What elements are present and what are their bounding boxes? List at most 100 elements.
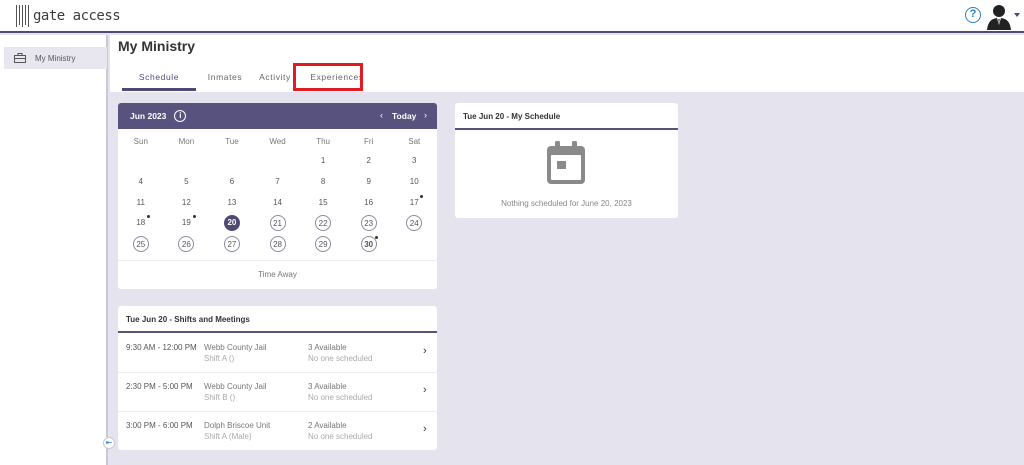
day-number: 2: [366, 156, 371, 165]
help-icon[interactable]: ?: [965, 7, 981, 23]
calendar-day[interactable]: 30: [346, 236, 392, 252]
day-number: 24: [406, 215, 423, 231]
day-number: 5: [184, 177, 189, 186]
calendar-week: 4 5 6 7 8 9 10: [118, 174, 437, 190]
calendar-week: 11 12 13 14 15 16 17: [118, 195, 437, 211]
day-number: 14: [273, 198, 282, 207]
weekday-label: Sat: [408, 137, 421, 146]
tab-schedule[interactable]: Schedule: [122, 71, 196, 91]
calendar-day[interactable]: 3: [391, 153, 437, 169]
sidebar: My Ministry: [0, 35, 108, 465]
shift-row[interactable]: 3:00 PM - 6:00 PM Dolph Briscoe Unit Shi…: [118, 412, 437, 451]
shifts-card: Tue Jun 20 - Shifts and Meetings 9:30 AM…: [118, 306, 437, 450]
chevron-right-icon[interactable]: ›: [423, 345, 427, 357]
shifts-title: Tue Jun 20 - Shifts and Meetings: [118, 306, 437, 333]
shift-row[interactable]: 9:30 AM - 12:00 PM Webb County Jail Shif…: [118, 334, 437, 373]
chevron-down-icon[interactable]: [1014, 13, 1020, 17]
shift-name: Shift A (): [204, 354, 235, 363]
calendar-day[interactable]: 7: [255, 174, 301, 190]
calendar-day[interactable]: 17: [391, 195, 437, 211]
calendar-day-empty: [118, 153, 164, 169]
page-header: My Ministry Schedule Inmates Activity Ex…: [110, 35, 1024, 92]
calendar-day[interactable]: 27: [209, 236, 255, 252]
day-number: 22: [315, 215, 332, 231]
gate-access-logo[interactable]: gate access: [16, 5, 121, 27]
shift-name: Shift B (): [204, 393, 236, 402]
previous-month-button[interactable]: ‹: [380, 110, 383, 120]
page-title: My Ministry: [118, 38, 196, 54]
calendar-day[interactable]: 24: [391, 215, 437, 231]
shift-available: 3 Available: [308, 343, 347, 352]
calendar-day[interactable]: 8: [300, 174, 346, 190]
event-dot: [147, 215, 150, 218]
top-bar: gate access ?: [0, 0, 1024, 33]
calendar-day[interactable]: 28: [255, 236, 301, 252]
calendar-day-empty: [255, 153, 301, 169]
event-dot: [420, 195, 424, 198]
calendar-header: Jun 2023 i ‹ Today ›: [118, 103, 437, 129]
calendar-day[interactable]: 10: [391, 174, 437, 190]
my-schedule-card: Tue Jun 20 - My Schedule Nothing schedul…: [455, 103, 678, 218]
day-number: 23: [360, 215, 377, 231]
calendar-day[interactable]: 13: [209, 195, 255, 211]
calendar-week: 1 2 3: [118, 153, 437, 169]
calendar-day[interactable]: 1: [300, 153, 346, 169]
sidebar-item-my-ministry[interactable]: My Ministry: [4, 47, 107, 69]
day-number: 3: [412, 156, 417, 165]
calendar-day[interactable]: 4: [118, 174, 164, 190]
calendar-day[interactable]: 11: [118, 195, 164, 211]
calendar-day[interactable]: 25: [118, 236, 164, 252]
divider: [118, 260, 437, 261]
tab-activity[interactable]: Activity: [253, 71, 297, 91]
calendar-day[interactable]: 9: [346, 174, 392, 190]
calendar-day[interactable]: 14: [255, 195, 301, 211]
collapse-sidebar-icon[interactable]: ⇤: [103, 437, 115, 449]
weekday-label: Wed: [269, 137, 286, 146]
calendar-day-empty: [391, 236, 437, 252]
day-number: 4: [138, 177, 143, 186]
calendar-day[interactable]: 22: [300, 215, 346, 231]
day-number: 30: [360, 236, 377, 252]
calendar-day[interactable]: 21: [255, 215, 301, 231]
today-button[interactable]: Today: [392, 111, 416, 121]
calendar-day[interactable]: 12: [164, 195, 210, 211]
day-number: 13: [227, 198, 237, 207]
weekday-label: Tue: [225, 137, 239, 146]
calendar-day[interactable]: 18: [118, 215, 164, 231]
calendar-day[interactable]: 26: [164, 236, 210, 252]
calendar-month: Jun 2023: [130, 111, 167, 121]
chevron-right-icon[interactable]: ›: [423, 423, 427, 435]
calendar-day[interactable]: 5: [164, 174, 210, 190]
time-away-link[interactable]: Time Away: [118, 270, 437, 279]
day-number: 16: [364, 198, 374, 207]
shift-row[interactable]: 2:30 PM - 5:00 PM Webb County Jail Shift…: [118, 373, 437, 412]
calendar-day[interactable]: 23: [346, 215, 392, 231]
chevron-right-icon[interactable]: ›: [423, 384, 427, 396]
next-month-button[interactable]: ›: [424, 110, 427, 120]
logo-text: gate access: [33, 8, 121, 24]
shift-available: 2 Available: [308, 421, 347, 430]
calendar-day[interactable]: 29: [300, 236, 346, 252]
briefcase-icon: [14, 53, 26, 63]
user-avatar-icon[interactable]: [986, 3, 1012, 30]
calendar-day-selected[interactable]: 20: [209, 215, 255, 231]
calendar-day-empty: [209, 153, 255, 169]
calendar-week: 25 26 27 28 29 30: [118, 236, 437, 252]
shift-scheduled: No one scheduled: [308, 393, 373, 402]
info-icon[interactable]: i: [174, 110, 187, 122]
shift-location: Dolph Briscoe Unit: [204, 421, 271, 430]
calendar-day[interactable]: 19: [164, 215, 210, 231]
experiences-highlight-box: [293, 63, 363, 91]
day-number: 8: [320, 177, 326, 186]
day-number: 1: [320, 156, 326, 165]
day-number: 11: [136, 198, 145, 207]
calendar-day[interactable]: 16: [346, 195, 392, 211]
calendar-day[interactable]: 2: [346, 153, 392, 169]
day-number: 26: [178, 236, 195, 252]
day-number: 28: [269, 236, 286, 252]
tab-inmates[interactable]: Inmates: [202, 71, 248, 91]
calendar-day[interactable]: 15: [300, 195, 346, 211]
weekday-header: Sun Mon Tue Wed Thu Fri Sat: [118, 137, 437, 146]
day-number: 21: [269, 215, 286, 231]
calendar-day[interactable]: 6: [209, 174, 255, 190]
